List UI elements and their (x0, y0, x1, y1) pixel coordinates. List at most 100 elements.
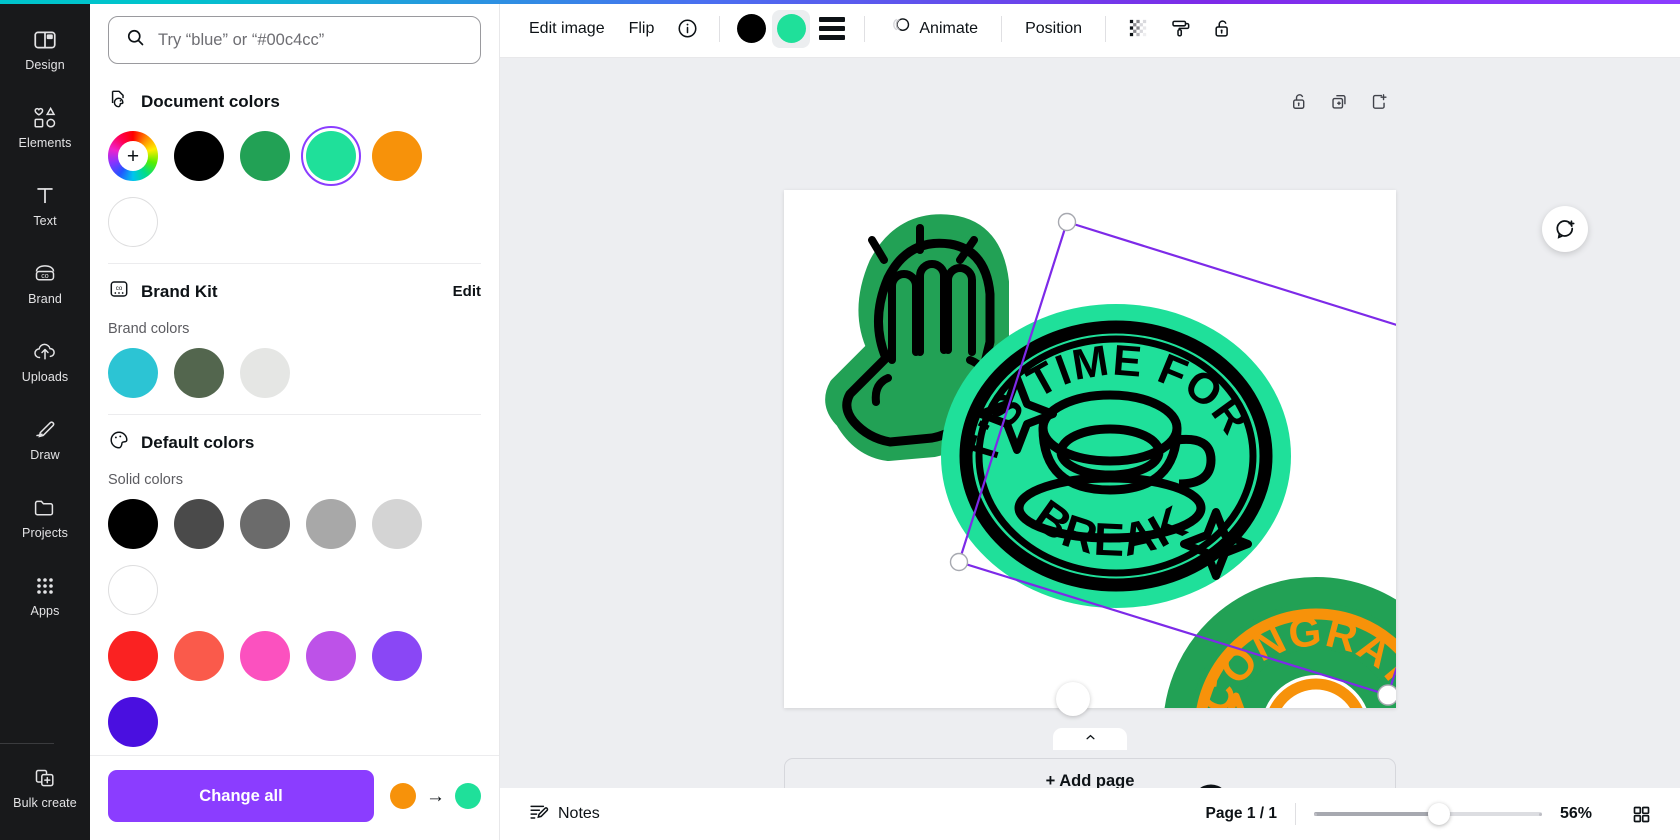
zoom-percentage: 56% (1560, 805, 1593, 822)
brand-color-swatch[interactable] (108, 348, 158, 398)
brand-colors-swatches (108, 348, 481, 398)
duplicate-page-icon[interactable] (1322, 84, 1356, 118)
animate-button[interactable]: Animate (877, 11, 989, 47)
color-change-preview: → (390, 783, 481, 809)
document-color-swatch[interactable] (174, 131, 224, 181)
zoom-slider[interactable] (1314, 803, 1542, 825)
lock-open-icon[interactable] (1282, 84, 1316, 118)
lock-open-icon[interactable] (1202, 9, 1242, 49)
svg-text:co: co (41, 273, 49, 280)
color-picker-wheel[interactable]: + (108, 131, 158, 181)
solid-color-swatch[interactable] (174, 499, 224, 549)
sidebar-item-elements[interactable]: Elements (0, 88, 90, 166)
toolbar-divider-2 (864, 15, 866, 42)
zoom-max-tick (1539, 812, 1542, 816)
canva-editor: Design Elements Text co Brand Uploads Dr… (0, 0, 1680, 840)
document-colors-section: Document colors + (90, 74, 499, 263)
sidebar-item-label: Projects (22, 525, 68, 540)
document-colors-title: Document colors (141, 91, 280, 111)
preview-to-color (455, 783, 481, 809)
position-button[interactable]: Position (1014, 11, 1093, 47)
sidebar-item-brand[interactable]: co Brand (0, 244, 90, 322)
solid-colors-grid (108, 499, 481, 755)
solid-color-swatch[interactable] (372, 499, 422, 549)
transparency-icon[interactable] (1118, 9, 1158, 49)
document-colors-swatches: + (108, 126, 481, 247)
rotate-handle-icon[interactable] (1056, 682, 1222, 788)
brand-accent-bar (0, 0, 1680, 4)
document-color-swatch[interactable] (108, 197, 158, 247)
animate-label: Animate (919, 19, 979, 37)
sidebar-item-draw[interactable]: Draw (0, 400, 90, 478)
brand-kit-icon: co (108, 278, 130, 305)
document-color-swatch[interactable] (372, 131, 422, 181)
solid-color-swatch[interactable] (108, 697, 158, 747)
selection-handle-bl (949, 552, 969, 572)
notes-button[interactable]: Notes (518, 794, 610, 834)
search-icon (125, 27, 146, 53)
search-section (90, 0, 499, 74)
zoom-fill (1314, 812, 1440, 816)
sidebar-item-label: Uploads (21, 369, 69, 384)
solid-color-swatch[interactable] (174, 631, 224, 681)
solid-color-swatch[interactable] (108, 499, 158, 549)
lines-glyph (819, 17, 846, 40)
default-colors-title: Default colors (141, 432, 255, 452)
brand-kit-edit-button[interactable]: Edit (453, 283, 481, 300)
sidebar-item-projects[interactable]: Projects (0, 478, 90, 556)
search-input[interactable] (158, 30, 464, 50)
brand-kit-title: Brand Kit (141, 281, 218, 301)
brand-colors-label: Brand colors (108, 321, 190, 337)
solid-color-swatch[interactable] (240, 631, 290, 681)
color-swatch-black[interactable] (732, 10, 770, 48)
color-panel-footer: Change all → (90, 755, 499, 840)
color-search-box[interactable] (108, 16, 481, 64)
solid-color-swatch[interactable] (108, 631, 158, 681)
paint-roller-icon[interactable] (1160, 9, 1200, 49)
status-right: Page 1 / 1 56% (1205, 797, 1658, 831)
sidebar-item-text[interactable]: Text (0, 166, 90, 244)
sidebar-item-design[interactable]: Design (0, 10, 90, 88)
solid-color-swatch[interactable] (372, 631, 422, 681)
grid-view-icon[interactable] (1624, 797, 1658, 831)
color-panel-scroll[interactable]: Document colors + co (90, 0, 499, 755)
comment-add-icon[interactable] (1542, 206, 1588, 252)
color-swatch-green[interactable] (772, 9, 811, 48)
add-page-button[interactable]: + Add page (784, 758, 1396, 788)
svg-text:co: co (116, 286, 123, 292)
solid-color-swatch[interactable] (306, 631, 356, 681)
selection-handle-tl (1057, 212, 1077, 232)
solid-color-swatch[interactable] (306, 499, 356, 549)
preview-from-color (390, 783, 416, 809)
draw-icon (32, 417, 58, 443)
flip-button[interactable]: Flip (618, 11, 666, 47)
brand-color-swatch[interactable] (174, 348, 224, 398)
add-page-icon[interactable] (1362, 84, 1396, 118)
brand-color-swatch[interactable] (240, 348, 290, 398)
solid-color-swatch[interactable] (108, 565, 158, 615)
change-all-button[interactable]: Change all (108, 770, 374, 822)
toolbar-divider-3 (1001, 15, 1003, 42)
sidebar-item-apps[interactable]: Apps (0, 556, 90, 634)
sidebar-item-label: Brand (28, 291, 62, 306)
sidebar-item-label: Apps (30, 603, 60, 618)
sidebar-divider (0, 743, 54, 744)
color-dot (776, 14, 806, 43)
default-colors-section: Default colors Solid colors (90, 415, 499, 755)
sidebar-item-bulk-create[interactable]: Bulk create (0, 748, 90, 826)
zoom-knob[interactable] (1428, 803, 1451, 825)
solid-colors-row (108, 499, 481, 615)
info-icon[interactable] (667, 9, 707, 49)
solid-color-swatch[interactable] (240, 499, 290, 549)
document-colors-icon (108, 88, 130, 115)
canvas-area[interactable]: IT'S TIME FOR A BREAK (500, 58, 1680, 788)
edit-image-button[interactable]: Edit image (518, 11, 616, 47)
design-page[interactable]: IT'S TIME FOR A BREAK (784, 190, 1396, 788)
align-lines-icon[interactable] (812, 9, 852, 49)
sidebar-item-label: Design (25, 57, 65, 72)
sidebar-item-label: Text (33, 213, 57, 228)
document-color-swatch[interactable] (301, 126, 361, 186)
collapse-panel-toggle[interactable] (1053, 728, 1127, 750)
sidebar-item-uploads[interactable]: Uploads (0, 322, 90, 400)
document-color-swatch[interactable] (240, 131, 290, 181)
